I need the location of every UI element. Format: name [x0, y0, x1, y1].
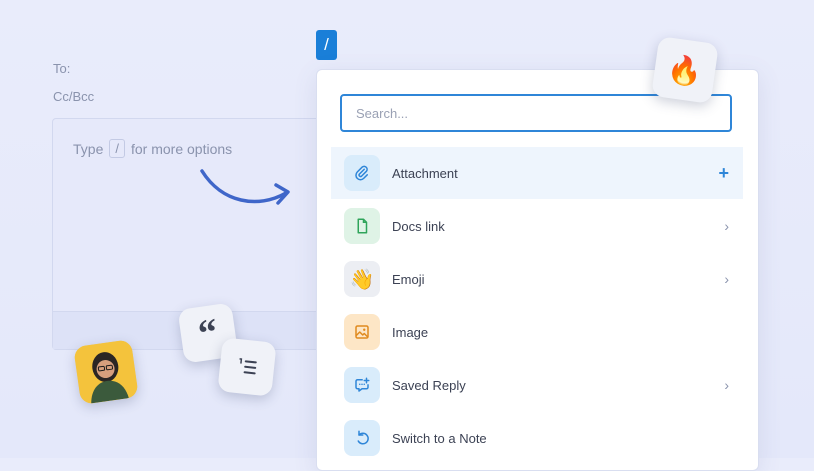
numbered-list-icon [217, 337, 277, 397]
curved-arrow-icon [200, 169, 290, 205]
menu-item-saved-reply[interactable]: Saved Reply › [331, 359, 743, 411]
document-icon [344, 208, 380, 244]
menu-item-docs-link[interactable]: Docs link › [331, 200, 743, 252]
compose-hint: Type / for more options [73, 139, 232, 158]
avatar [73, 339, 139, 405]
menu-item-label: Docs link [392, 218, 445, 234]
slash-command-menu: Attachment + Docs link › 👋 Emoji › Image… [316, 69, 759, 471]
menu-item-label: Emoji [392, 271, 425, 287]
hint-prefix: Type [73, 140, 104, 157]
cc-bcc-label[interactable]: Cc/Bcc [53, 89, 94, 104]
hint-suffix: for more options [130, 140, 233, 157]
menu-item-attachment[interactable]: Attachment + [331, 147, 743, 199]
menu-item-label: Image [392, 324, 429, 340]
menu-item-label: Switch to a Note [392, 430, 487, 446]
menu-item-image[interactable]: Image [331, 306, 743, 358]
undo-icon [344, 420, 380, 456]
menu-item-label: Saved Reply [392, 377, 466, 393]
to-label: To: [53, 61, 71, 76]
chevron-right-icon: › [724, 271, 729, 287]
menu-item-switch-to-note[interactable]: Switch to a Note [331, 412, 743, 464]
slash-command-badge: / [316, 30, 337, 60]
image-icon [344, 314, 380, 350]
add-icon[interactable]: + [718, 163, 729, 184]
chevron-right-icon: › [724, 377, 729, 393]
menu-item-label: Attachment [392, 165, 458, 181]
menu-item-emoji[interactable]: 👋 Emoji › [331, 253, 743, 305]
paperclip-icon [344, 155, 380, 191]
hint-slash-key: / [109, 139, 125, 158]
search-input[interactable] [340, 94, 732, 132]
chevron-right-icon: › [724, 218, 729, 234]
waving-hand-icon: 👋 [344, 261, 380, 297]
saved-reply-icon [344, 367, 380, 403]
fire-icon: 🔥 [651, 36, 719, 104]
